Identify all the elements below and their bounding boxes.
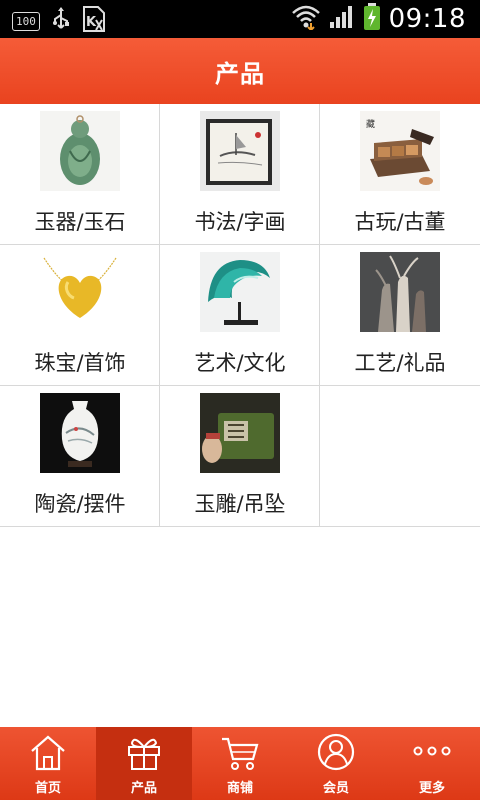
category-grid: 玉器/玉石 书法/字画 藏 古玩/古董 珠宝/首饰 艺术/文化 工艺/礼品 陶瓷… bbox=[0, 104, 480, 527]
gift-icon bbox=[124, 733, 164, 771]
category-item-empty bbox=[320, 386, 480, 527]
cart-icon bbox=[220, 733, 260, 771]
deer-figurines-image bbox=[360, 252, 440, 332]
category-label: 玉雕/吊坠 bbox=[194, 492, 286, 516]
member-icon bbox=[316, 733, 356, 771]
usb-icon bbox=[52, 7, 70, 35]
category-item-antiques[interactable]: 藏 古玩/古董 bbox=[320, 104, 480, 245]
nav-label: 商铺 bbox=[226, 781, 253, 796]
battery-level-badge: 100 bbox=[12, 11, 40, 31]
glass-wave-sculpture-image bbox=[200, 252, 280, 332]
nav-products[interactable]: 产品 bbox=[96, 727, 192, 800]
status-clock: 09:18 bbox=[388, 4, 466, 34]
category-item-calligraphy[interactable]: 书法/字画 bbox=[160, 104, 320, 245]
category-label: 古玩/古董 bbox=[354, 210, 446, 234]
category-label: 珠宝/首饰 bbox=[34, 351, 126, 375]
category-label: 艺术/文化 bbox=[194, 351, 286, 375]
category-item-crafts[interactable]: 工艺/礼品 bbox=[320, 245, 480, 386]
battery-charging-icon bbox=[363, 3, 381, 35]
wifi-icon bbox=[291, 4, 321, 34]
page-title: 产品 bbox=[215, 59, 265, 88]
jade-pendant-image bbox=[40, 111, 120, 191]
home-icon bbox=[28, 733, 68, 771]
nav-more[interactable]: 更多 bbox=[384, 727, 480, 800]
signal-icon bbox=[329, 5, 355, 33]
category-item-jade-carving[interactable]: 玉雕/吊坠 bbox=[160, 386, 320, 527]
gold-heart-necklace-image bbox=[40, 252, 120, 332]
category-label: 陶瓷/摆件 bbox=[34, 492, 126, 516]
svg-text:K: K bbox=[86, 15, 97, 30]
framed-painting-image bbox=[200, 111, 280, 191]
category-label: 工艺/礼品 bbox=[354, 351, 446, 375]
nav-home[interactable]: 首页 bbox=[0, 727, 96, 800]
category-item-jade[interactable]: 玉器/玉石 bbox=[0, 104, 160, 245]
status-bar-left: 100 K bbox=[12, 6, 106, 36]
nav-shop[interactable]: 商铺 bbox=[192, 727, 288, 800]
antique-box-image: 藏 bbox=[360, 111, 440, 191]
category-item-jewelry[interactable]: 珠宝/首饰 bbox=[0, 245, 160, 386]
status-bar: 100 K 09:18 bbox=[0, 0, 480, 38]
nav-member[interactable]: 会员 bbox=[288, 727, 384, 800]
more-icon bbox=[412, 733, 452, 771]
porcelain-vase-image bbox=[40, 393, 120, 473]
svg-text:藏: 藏 bbox=[366, 118, 375, 130]
nav-label: 首页 bbox=[34, 781, 61, 796]
keyboard-notification-icon: K bbox=[82, 6, 106, 36]
jade-seal-image bbox=[200, 393, 280, 473]
category-label: 玉器/玉石 bbox=[34, 210, 126, 234]
app-header: 产品 bbox=[0, 38, 480, 104]
nav-label: 产品 bbox=[130, 781, 157, 796]
nav-label: 会员 bbox=[322, 781, 349, 796]
bottom-nav: 首页 产品 商铺 会员 更多 bbox=[0, 727, 480, 800]
nav-label: 更多 bbox=[418, 781, 445, 796]
category-item-art[interactable]: 艺术/文化 bbox=[160, 245, 320, 386]
category-item-ceramics[interactable]: 陶瓷/摆件 bbox=[0, 386, 160, 527]
category-label: 书法/字画 bbox=[194, 210, 286, 234]
status-bar-right: 09:18 bbox=[291, 0, 466, 38]
